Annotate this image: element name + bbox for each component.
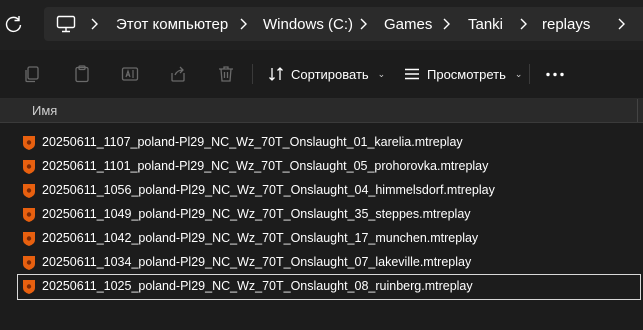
- replay-file-icon: [23, 232, 35, 246]
- view-button[interactable]: Просмотреть ⌄: [404, 62, 522, 86]
- toolbar-separator: [252, 64, 253, 84]
- rename-icon[interactable]: [120, 64, 140, 84]
- sort-button[interactable]: Сортировать ⌄: [268, 62, 385, 86]
- file-name: 20250611_1101_poland-Pl29_NC_Wz_70T_Onsl…: [42, 159, 489, 173]
- breadcrumb[interactable]: Этот компьютер Windows (C:) Games Tanki …: [44, 7, 643, 41]
- replay-file-icon: [23, 256, 35, 270]
- chevron-right-icon[interactable]: [237, 16, 249, 32]
- column-header: Имя: [0, 99, 643, 123]
- replay-file-icon: [23, 280, 35, 294]
- file-row[interactable]: 20250611_1042_poland-Pl29_NC_Wz_70T_Onsl…: [18, 227, 640, 251]
- chevron-right-icon[interactable]: [517, 16, 529, 32]
- copy-icon[interactable]: [22, 64, 42, 84]
- view-label: Просмотреть: [427, 66, 506, 82]
- file-name: 20250611_1107_poland-Pl29_NC_Wz_70T_Onsl…: [42, 135, 463, 149]
- file-name: 20250611_1042_poland-Pl29_NC_Wz_70T_Onsl…: [42, 231, 479, 245]
- file-name: 20250611_1034_poland-Pl29_NC_Wz_70T_Onsl…: [42, 255, 472, 269]
- command-bar: Сортировать ⌄ Просмотреть ⌄: [0, 50, 643, 99]
- chevron-down-icon: ⌄: [514, 68, 523, 79]
- toolbar-separator: [529, 64, 530, 84]
- file-name: 20250611_1056_poland-Pl29_NC_Wz_70T_Onsl…: [42, 183, 495, 197]
- more-options-icon[interactable]: [545, 72, 565, 77]
- replay-file-icon: [23, 184, 35, 198]
- breadcrumb-games[interactable]: Games: [384, 16, 432, 33]
- replay-file-icon: [23, 136, 35, 150]
- replay-file-icon: [23, 160, 35, 174]
- file-row[interactable]: 20250611_1034_poland-Pl29_NC_Wz_70T_Onsl…: [18, 251, 640, 275]
- computer-icon: [56, 15, 76, 33]
- file-name: 20250611_1049_poland-Pl29_NC_Wz_70T_Onsl…: [42, 207, 471, 221]
- address-bar-area: Этот компьютер Windows (C:) Games Tanki …: [0, 0, 643, 50]
- file-name: 20250611_1025_poland-Pl29_NC_Wz_70T_Onsl…: [42, 279, 473, 293]
- file-row[interactable]: 20250611_1107_poland-Pl29_NC_Wz_70T_Onsl…: [18, 131, 640, 155]
- sort-label: Сортировать: [291, 66, 369, 82]
- sort-icon: [269, 67, 283, 81]
- refresh-icon[interactable]: [4, 14, 24, 34]
- replay-file-icon: [23, 208, 35, 222]
- delete-icon[interactable]: [216, 64, 236, 84]
- file-row-selected[interactable]: 20250611_1025_poland-Pl29_NC_Wz_70T_Onsl…: [17, 274, 641, 300]
- chevron-right-icon[interactable]: [615, 16, 627, 32]
- file-row[interactable]: 20250611_1056_poland-Pl29_NC_Wz_70T_Onsl…: [18, 179, 640, 203]
- chevron-right-icon[interactable]: [440, 16, 452, 32]
- chevron-down-icon: ⌄: [377, 68, 386, 79]
- breadcrumb-drive-c[interactable]: Windows (C:): [263, 16, 353, 33]
- chevron-right-icon[interactable]: [88, 16, 100, 32]
- breadcrumb-this-pc[interactable]: Этот компьютер: [116, 16, 228, 33]
- paste-icon[interactable]: [72, 64, 92, 84]
- file-row[interactable]: 20250611_1101_poland-Pl29_NC_Wz_70T_Onsl…: [18, 155, 640, 179]
- share-icon[interactable]: [168, 64, 188, 84]
- breadcrumb-tanki[interactable]: Tanki: [468, 16, 503, 33]
- column-separator[interactable]: [637, 99, 638, 122]
- chevron-right-icon[interactable]: [357, 16, 369, 32]
- breadcrumb-replays[interactable]: replays: [542, 16, 590, 33]
- column-name-header[interactable]: Имя: [32, 103, 57, 118]
- view-icon: [405, 68, 419, 80]
- file-row[interactable]: 20250611_1049_poland-Pl29_NC_Wz_70T_Onsl…: [18, 203, 640, 227]
